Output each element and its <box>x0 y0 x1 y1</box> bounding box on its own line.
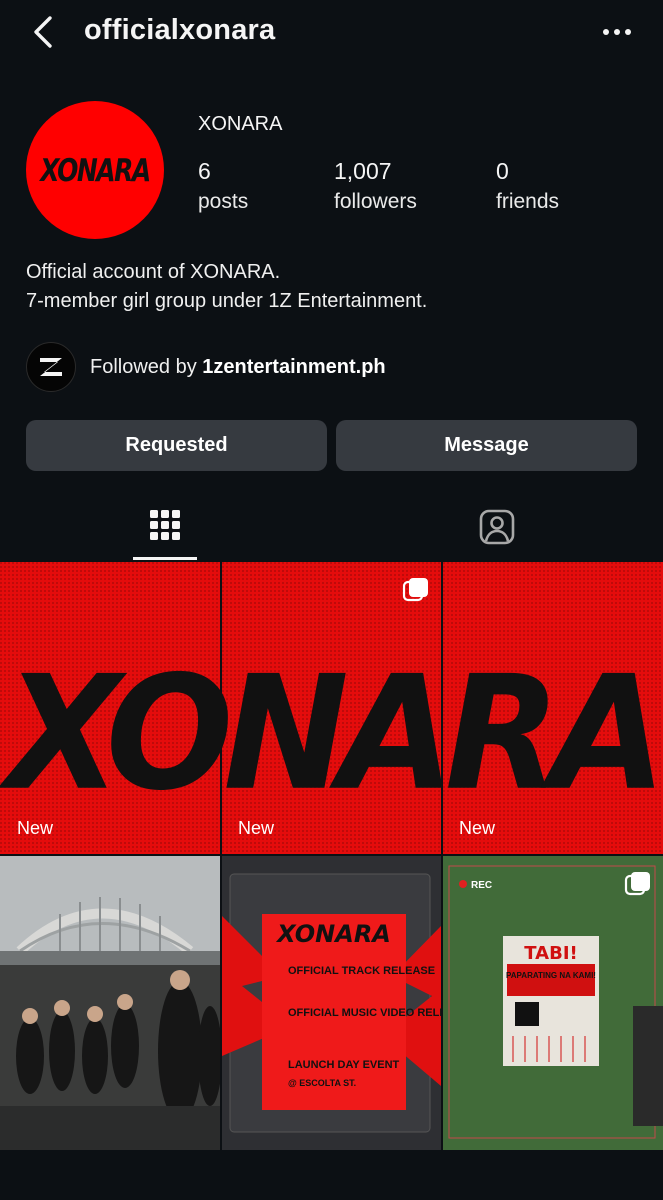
group-photo-image <box>0 856 220 1150</box>
poster-title: TABI! <box>524 943 577 964</box>
tab-grid[interactable] <box>133 497 197 559</box>
chevron-left-icon[interactable] <box>28 12 62 52</box>
schedule-poster-image: XONARA OFFICIAL TRACK RELEASE OFFICIAL M… <box>222 856 441 1150</box>
1z-logo-icon <box>38 358 62 376</box>
new-label: New <box>459 818 496 838</box>
followed-by-avatar <box>26 342 76 392</box>
rec-label: REC <box>471 880 492 891</box>
wall-poster-image: REC TABI! PAPARATING NA KAMI! <box>443 856 663 1150</box>
new-label: New <box>238 818 275 838</box>
post-tile[interactable]: REC TABI! PAPARATING NA KAMI! <box>443 856 663 1150</box>
message-button[interactable]: Message <box>336 420 637 471</box>
stat-followers-value: 1,007 <box>334 158 392 184</box>
profile-avatar[interactable]: XONARA <box>26 101 164 239</box>
tab-tagged[interactable] <box>465 497 529 559</box>
post-tile[interactable]: XONARA OFFICIAL TRACK RELEASE OFFICIAL M… <box>222 856 441 1150</box>
schedule-item: OFFICIAL MUSIC VIDEO RELEASE <box>288 1007 441 1019</box>
stat-friends[interactable]: 0 friends <box>496 158 559 214</box>
more-horizontal-icon[interactable] <box>600 22 634 42</box>
tagged-person-icon <box>479 509 515 545</box>
post-tile[interactable] <box>0 562 220 854</box>
stat-followers-label: followers <box>334 190 417 213</box>
carousel-icon <box>624 872 650 896</box>
carousel-icon <box>402 578 428 602</box>
top-bar: officialxonara <box>0 0 663 64</box>
schedule-item: LAUNCH DAY EVENT <box>288 1059 400 1071</box>
stat-posts-value: 6 <box>198 158 211 184</box>
post-tile[interactable] <box>222 562 441 854</box>
requested-button[interactable]: Requested <box>26 420 327 471</box>
display-name: XONARA <box>198 113 283 135</box>
bio-line: Official account of XONARA. <box>26 261 281 283</box>
schedule-item: OFFICIAL TRACK RELEASE <box>288 965 435 977</box>
followed-by-text: Followed by 1zentertainment.ph <box>90 356 386 379</box>
post-tile[interactable] <box>0 856 220 1150</box>
followed-by[interactable]: Followed by 1zentertainment.ph <box>26 342 386 392</box>
followed-by-prefix: Followed by <box>90 355 203 378</box>
new-label: New <box>17 818 54 838</box>
schedule-item: @ ESCOLTA ST. <box>288 1078 356 1088</box>
followed-by-account[interactable]: 1zentertainment.ph <box>202 356 385 378</box>
schedule-title: XONARA <box>275 920 391 948</box>
poster-subtitle: PAPARATING NA KAMI! <box>506 971 596 980</box>
active-tab-indicator <box>133 557 197 560</box>
profile-username: officialxonara <box>84 14 276 46</box>
bio-line: 7-member girl group under 1Z Entertainme… <box>26 290 428 312</box>
grid-icon <box>150 510 180 540</box>
post-tile[interactable] <box>443 562 663 854</box>
stat-posts-label: posts <box>198 190 249 213</box>
stat-friends-label: friends <box>496 190 560 213</box>
stat-friends-value: 0 <box>496 158 509 184</box>
profile-bio: Official account of XONARA. 7-member gir… <box>26 258 427 316</box>
stat-followers[interactable]: 1,007 followers <box>334 158 417 214</box>
stat-posts[interactable]: 6 posts <box>198 158 248 214</box>
avatar-logo-text: XONARA <box>40 151 151 189</box>
